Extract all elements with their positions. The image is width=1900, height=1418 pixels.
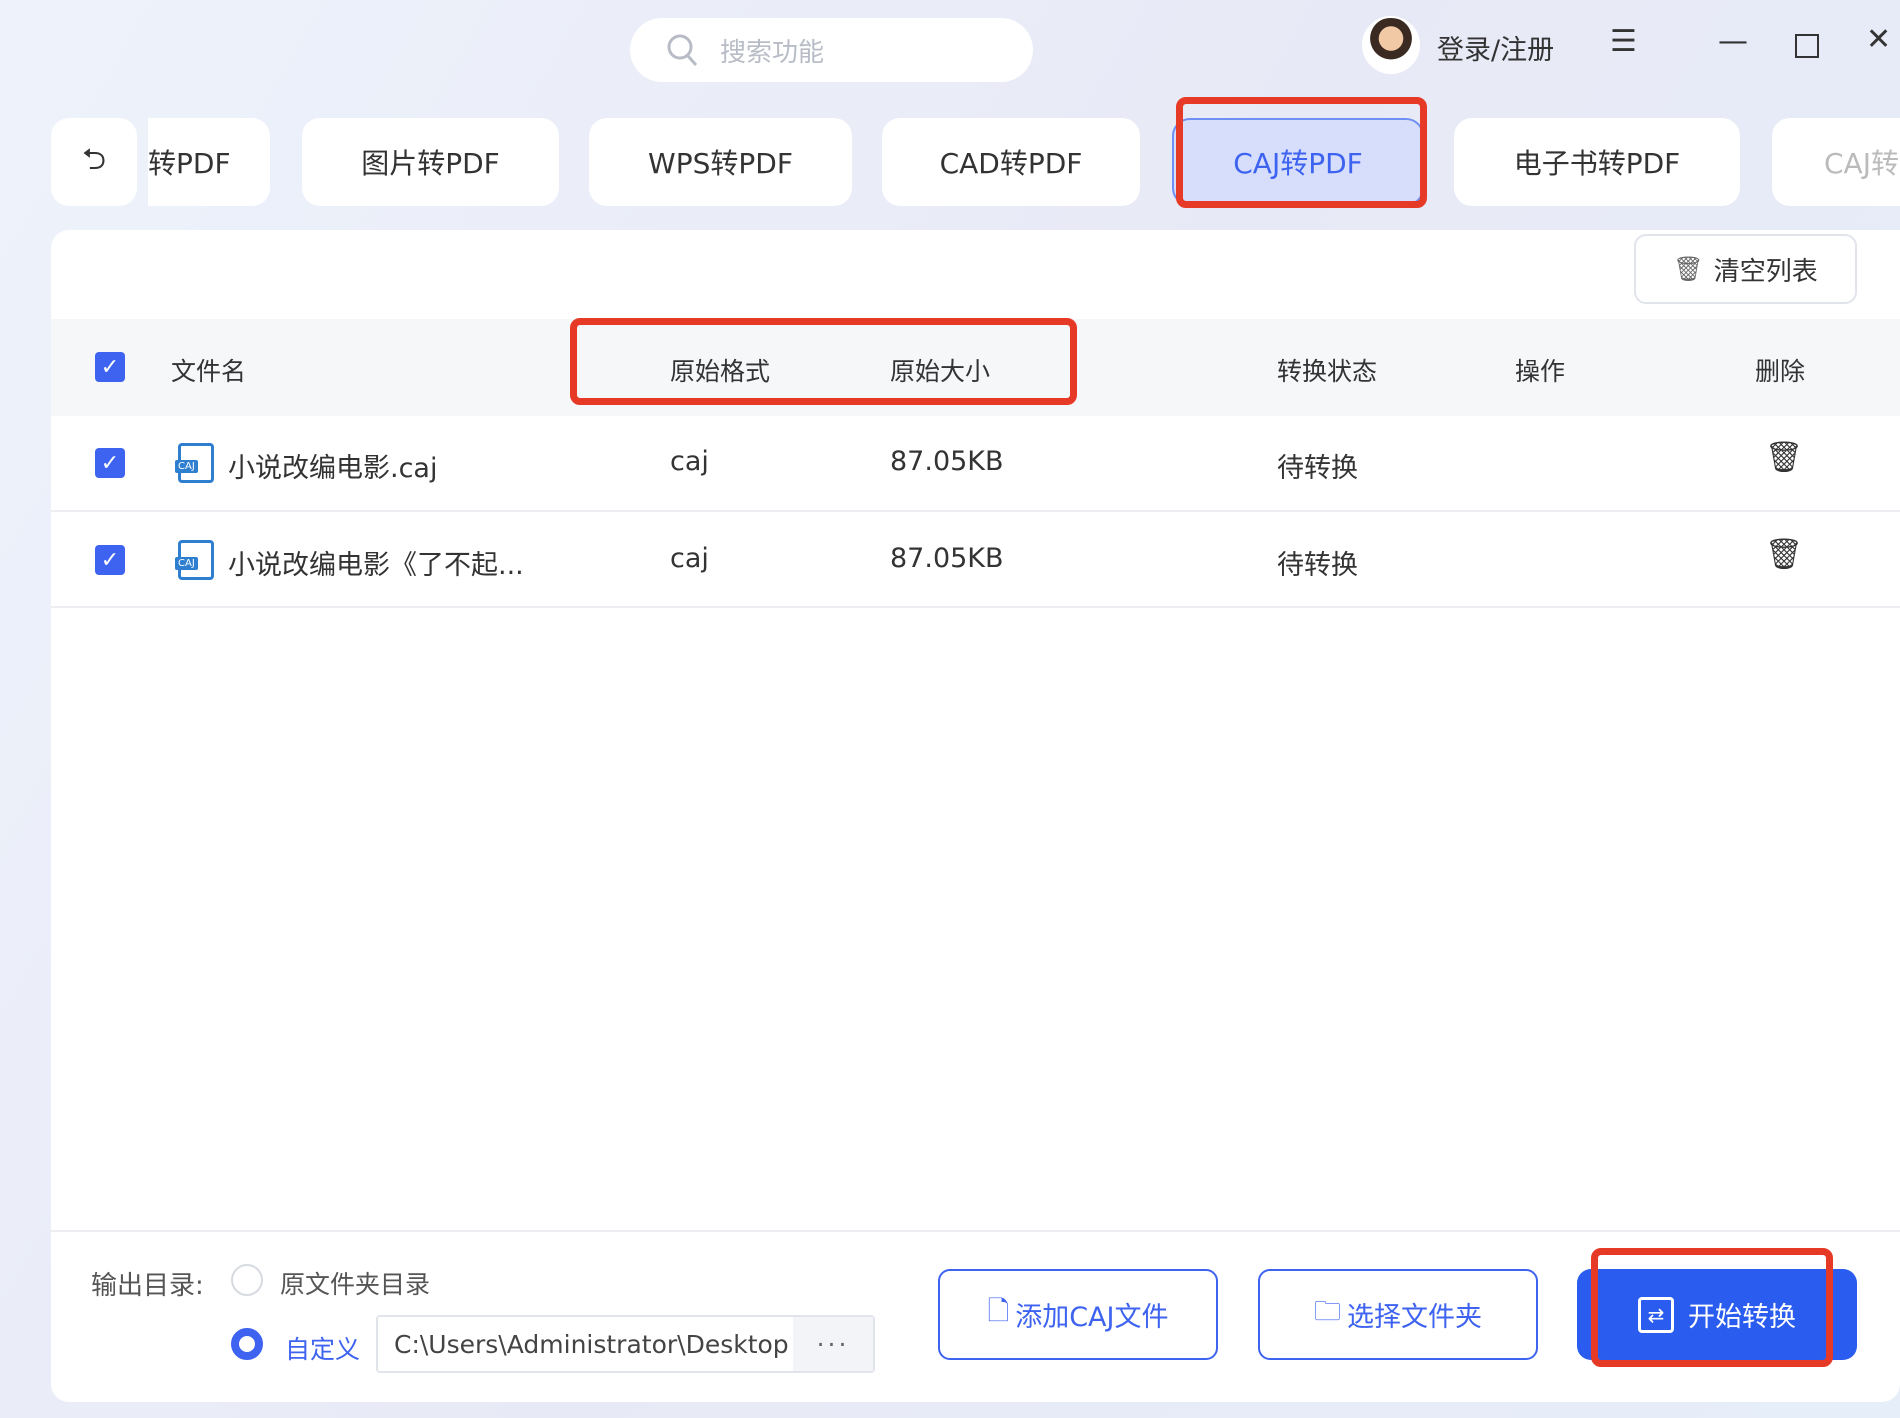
- tab-ebook-to-pdf[interactable]: 电子书转PDF: [1454, 118, 1740, 206]
- output-label: 输出目录:: [91, 1271, 204, 1301]
- select-all-checkbox[interactable]: ✓: [95, 352, 125, 382]
- tab-caj-to-more[interactable]: CAJ转: [1772, 118, 1900, 206]
- caj-file-icon: CAJ: [175, 443, 214, 483]
- select-folder-button[interactable]: 🗀 选择文件夹: [1258, 1269, 1538, 1360]
- tab-label: 转PDF: [148, 147, 231, 180]
- add-caj-label: 添加CAJ文件: [1015, 1302, 1169, 1333]
- file-size: 87.05KB: [890, 543, 1004, 574]
- tab-label: 图片转PDF: [361, 147, 500, 180]
- search-placeholder: 搜索功能: [720, 37, 825, 68]
- file-name: 小说改编电影《了不起...: [228, 550, 524, 581]
- option-original-label: 原文件夹目录: [280, 1270, 431, 1299]
- back-button[interactable]: ⮌: [51, 118, 137, 206]
- tab-label: CAJ转: [1824, 147, 1899, 180]
- file-status: 待转换: [1277, 453, 1358, 484]
- caj-file-icon: CAJ: [175, 540, 214, 580]
- col-status: 转换状态: [1277, 357, 1378, 386]
- tab-label: 电子书转PDF: [1513, 147, 1681, 180]
- select-folder-label: 选择文件夹: [1347, 1302, 1482, 1333]
- radio-original-folder[interactable]: [231, 1264, 263, 1296]
- folder-icon: 🗀: [1314, 1295, 1341, 1327]
- delete-icon[interactable]: 🗑: [1765, 440, 1803, 475]
- file-format: caj: [670, 543, 709, 574]
- menu-icon[interactable]: ☰: [1610, 24, 1637, 59]
- search-box[interactable]: 搜索功能: [630, 18, 1033, 82]
- back-icon: ⮌: [81, 141, 107, 177]
- tab-to-pdf[interactable]: 转PDF: [148, 118, 270, 206]
- highlight-box: [1591, 1248, 1833, 1367]
- tab-cad-to-pdf[interactable]: CAD转PDF: [882, 118, 1140, 206]
- maximize-icon[interactable]: [1795, 34, 1819, 58]
- search-icon: [667, 34, 698, 66]
- file-name: 小说改编电影.caj: [228, 453, 438, 484]
- close-icon[interactable]: ✕: [1866, 22, 1891, 57]
- file-format: caj: [670, 446, 709, 477]
- col-filename: 文件名: [171, 357, 247, 386]
- minimize-icon[interactable]: —: [1718, 24, 1748, 59]
- clear-list-label: 清空列表: [1713, 256, 1818, 287]
- login-link[interactable]: 登录/注册: [1437, 28, 1554, 67]
- radio-custom[interactable]: [231, 1328, 263, 1360]
- file-badge: CAJ: [175, 460, 198, 473]
- tab-label: CAD转PDF: [939, 147, 1083, 180]
- output-path-input[interactable]: C:\Users\Administrator\Desktop ···: [376, 1315, 875, 1373]
- add-caj-button[interactable]: 🗋 添加CAJ文件: [938, 1269, 1218, 1360]
- file-status: 待转换: [1277, 550, 1358, 581]
- highlight-box: [570, 318, 1077, 405]
- delete-icon[interactable]: 🗑: [1765, 537, 1803, 572]
- row-checkbox[interactable]: ✓: [95, 448, 125, 478]
- highlight-box: [1176, 97, 1427, 208]
- tab-label: WPS转PDF: [648, 147, 793, 180]
- tab-wps-to-pdf[interactable]: WPS转PDF: [589, 118, 852, 206]
- output-path-value: C:\Users\Administrator\Desktop: [394, 1329, 789, 1359]
- option-custom-label: 自定义: [285, 1335, 361, 1364]
- add-file-icon: 🗋: [987, 1295, 1010, 1327]
- col-action: 操作: [1515, 357, 1566, 386]
- trash-icon: 🗑: [1673, 255, 1704, 283]
- avatar[interactable]: [1362, 16, 1420, 74]
- file-size: 87.05KB: [890, 446, 1004, 477]
- row-checkbox[interactable]: ✓: [95, 545, 125, 575]
- file-badge: CAJ: [175, 557, 198, 570]
- col-delete: 删除: [1755, 357, 1806, 386]
- clear-list-button[interactable]: 🗑 清空列表: [1634, 234, 1857, 304]
- browse-button[interactable]: ···: [793, 1317, 873, 1371]
- tab-image-to-pdf[interactable]: 图片转PDF: [302, 118, 559, 206]
